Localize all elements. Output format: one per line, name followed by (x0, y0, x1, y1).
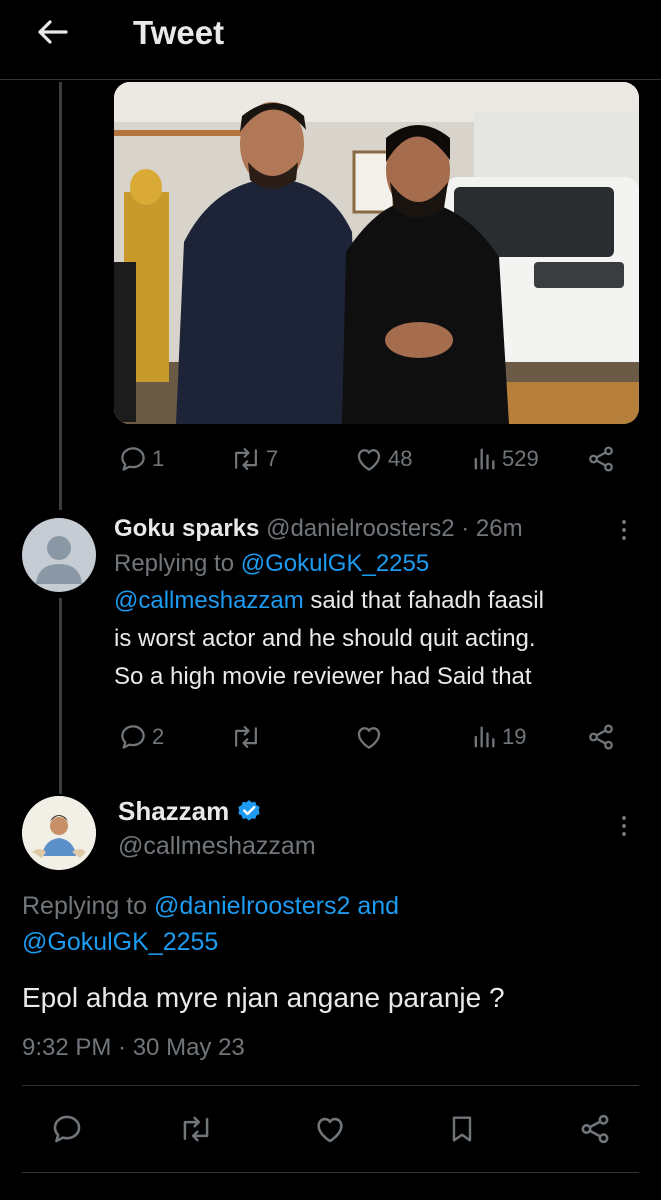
reply-handle[interactable]: @danielroosters2 (266, 515, 454, 542)
reply-count: 1 (152, 446, 165, 471)
share-icon (581, 1114, 609, 1144)
views-button[interactable]: 19 (470, 722, 526, 752)
retweet-icon (235, 726, 257, 748)
parent-tweet-actions: 1 7 48 529 (0, 442, 661, 482)
reply-tweet-actions: 2 19 (0, 720, 661, 760)
reply-button[interactable] (50, 1112, 84, 1146)
divider (22, 1172, 639, 1173)
retweet-count: 7 (266, 446, 279, 471)
main-author-name[interactable]: Shazzam (118, 796, 263, 827)
thread-connector (59, 598, 62, 794)
main-tweet-text: Epol ahda myre njan angane paranje ? (22, 982, 505, 1013)
avatar[interactable] (22, 796, 96, 870)
bookmark-button[interactable] (446, 1112, 478, 1146)
retweet-button[interactable] (178, 1112, 214, 1146)
arrow-left-icon (38, 20, 68, 44)
reply-text-line: So a high movie reviewer had Said that (114, 663, 532, 690)
main-display-name: Shazzam (118, 796, 230, 826)
retweet-icon (235, 448, 257, 470)
verified-badge-icon (238, 799, 260, 821)
reply-time: 26m (475, 515, 523, 542)
reply-button[interactable]: 2 (118, 722, 164, 752)
back-button[interactable] (34, 14, 70, 50)
mention-link[interactable]: @callmeshazzam (114, 587, 304, 614)
divider (22, 1085, 639, 1086)
more-dot (622, 528, 626, 532)
share-button[interactable] (586, 722, 616, 752)
like-button[interactable]: 48 (354, 444, 412, 474)
replying-and[interactable]: and (357, 892, 399, 920)
replying-to-line: Replying to @danielroosters2 and @GokulG… (22, 888, 622, 960)
reply-button[interactable]: 1 (118, 444, 164, 474)
more-dot (622, 824, 626, 828)
heart-icon (357, 727, 381, 749)
views-count: 529 (502, 446, 539, 471)
photo-image (114, 82, 639, 424)
page-title: Tweet (133, 14, 225, 51)
comment-icon (121, 447, 145, 471)
replying-to-link[interactable]: @GokulGK_2255 (22, 928, 218, 956)
illustrated-avatar-icon (22, 796, 96, 870)
share-icon (589, 724, 613, 750)
comment-icon (121, 725, 145, 749)
main-tweet-actions (0, 1110, 661, 1150)
comment-icon (53, 1115, 81, 1143)
reply-text: @callmeshazzam said that fahadh faasil i… (114, 582, 634, 696)
share-button[interactable] (578, 1112, 612, 1146)
reply-more-button[interactable] (619, 520, 629, 540)
replying-prefix: Replying to (22, 892, 148, 920)
retweet-icon (183, 1116, 209, 1142)
default-avatar-icon (36, 536, 82, 584)
replying-to-link[interactable]: @GokulGK_2255 (241, 550, 429, 577)
reply-text-line: is worst actor and he should quit acting… (114, 625, 536, 652)
retweet-button[interactable] (230, 722, 262, 752)
replying-prefix: Replying to (114, 550, 235, 577)
reply-tweet: Goku sparks @danielroosters2 · 26m Reply… (114, 512, 634, 696)
main-handle[interactable]: @callmeshazzam (118, 832, 316, 861)
retweet-button[interactable]: 7 (230, 444, 278, 474)
replying-to-link[interactable]: @danielroosters2 (154, 892, 350, 920)
views-icon (474, 448, 495, 470)
reply-display-name[interactable]: Goku sparks (114, 515, 259, 542)
more-dot (622, 520, 626, 524)
bookmark-icon (452, 1116, 472, 1142)
dot-separator: · (461, 515, 470, 542)
more-dot (622, 536, 626, 540)
like-button[interactable] (354, 722, 384, 752)
heart-icon (357, 449, 381, 471)
tweet-photo[interactable] (114, 82, 639, 424)
reply-count: 2 (152, 724, 165, 749)
views-button[interactable]: 529 (470, 444, 539, 474)
main-more-button[interactable] (619, 816, 629, 836)
like-count: 48 (388, 446, 413, 471)
replying-to-line: Replying to @GokulGK_2255 (114, 546, 634, 582)
share-button[interactable] (586, 444, 616, 474)
more-dot (622, 816, 626, 820)
share-icon (589, 446, 613, 472)
reply-text-line: said that fahadh faasil (310, 587, 544, 614)
more-dot (622, 832, 626, 836)
top-bar: Tweet (0, 0, 661, 80)
like-button[interactable] (313, 1112, 347, 1146)
reply-author-line: Goku sparks @danielroosters2 · 26m (114, 512, 634, 546)
tweet-timestamp[interactable]: 9:32 PM · 30 May 23 (22, 1030, 245, 1066)
avatar[interactable] (22, 518, 96, 592)
heart-icon (317, 1117, 343, 1143)
views-icon (474, 726, 495, 748)
views-count: 19 (502, 724, 527, 749)
